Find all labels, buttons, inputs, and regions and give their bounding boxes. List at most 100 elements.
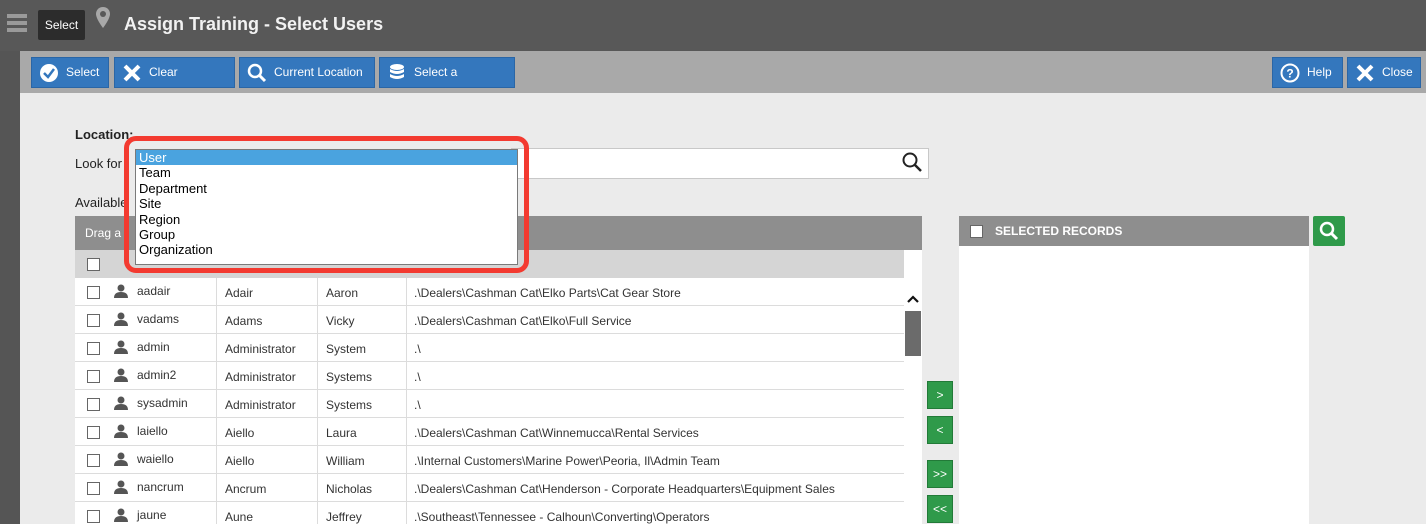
firstname-cell: Vicky (318, 306, 407, 334)
firstname-cell: Laura (318, 418, 407, 446)
table-row[interactable]: admin2 Administrator Systems .\ (75, 362, 904, 390)
remove-all-button[interactable]: << (927, 495, 953, 523)
row-checkbox[interactable] (87, 510, 100, 523)
location-cell: .\ (414, 370, 421, 384)
lastname-cell: Administrator (217, 334, 318, 362)
user-icon (114, 508, 128, 522)
lastname-cell: Administrator (217, 390, 318, 418)
username-cell: jaune (137, 502, 217, 524)
user-icon (114, 340, 128, 354)
search-icon (1319, 221, 1339, 241)
look-for-label: Look for (75, 156, 122, 171)
title-bar: Select Assign Training - Select Users (0, 0, 1426, 51)
selected-records-list (959, 246, 1309, 524)
chevron-up-icon[interactable] (904, 290, 922, 308)
select-all-checkbox[interactable] (87, 258, 100, 271)
check-circle-icon (40, 64, 58, 82)
table-row[interactable]: admin Administrator System .\ (75, 334, 904, 362)
username-cell: waiello (137, 446, 217, 474)
firstname-cell: Jeffrey (318, 502, 407, 524)
lastname-cell: Ancrum (217, 474, 318, 502)
table-row[interactable]: waiello Aiello William .\Internal Custom… (75, 446, 904, 474)
username-cell: nancrum (137, 474, 217, 502)
username-cell: vadams (137, 306, 217, 334)
close-x-icon (123, 64, 141, 82)
user-icon (114, 396, 128, 410)
scrollbar-thumb[interactable] (905, 311, 921, 356)
location-cell: .\Dealers\Cashman Cat\Henderson - Corpor… (414, 482, 835, 496)
toolbar: Select Clear Selected Current Location S… (20, 51, 1426, 108)
firstname-cell: System (318, 334, 407, 362)
available-grid: aadair Adair Aaron .\Dealers\Cashman Cat… (75, 278, 904, 524)
location-cell: .\Dealers\Cashman Cat\Elko Parts\Cat Gea… (414, 286, 681, 300)
firstname-cell: William (318, 446, 407, 474)
select-button[interactable]: Select (31, 57, 109, 88)
search-input[interactable] (511, 148, 929, 179)
select-location-button[interactable]: Select a Location (379, 57, 515, 108)
lastname-cell: Aiello (217, 446, 318, 474)
location-cell: .\Southeast\Tennessee - Calhoun\Converti… (414, 510, 710, 524)
username-cell: admin (137, 334, 217, 362)
clear-selected-button[interactable]: Clear Selected (114, 57, 235, 108)
remove-selected-button[interactable]: < (927, 416, 953, 444)
table-row[interactable]: vadams Adams Vicky .\Dealers\Cashman Cat… (75, 306, 904, 334)
menu-icon[interactable] (7, 14, 27, 32)
location-cell: .\ (414, 398, 421, 412)
selected-records-header: SELECTED RECORDS (959, 216, 1309, 246)
firstname-cell: Systems (318, 362, 407, 390)
user-icon (114, 284, 128, 298)
firstname-cell: Aaron (318, 278, 407, 306)
svg-text:?: ? (1286, 67, 1293, 81)
search-icon[interactable] (901, 151, 923, 173)
username-cell: laiello (137, 418, 217, 446)
user-icon (114, 424, 128, 438)
lastname-cell: Adams (217, 306, 318, 334)
add-all-button[interactable]: >> (927, 460, 953, 488)
page-title: Assign Training - Select Users (124, 14, 384, 34)
help-icon: ? (1280, 63, 1300, 83)
firstname-cell: Nicholas (318, 474, 407, 502)
row-checkbox[interactable] (87, 314, 100, 327)
close-x-icon (1356, 64, 1374, 82)
location-cell: .\Dealers\Cashman Cat\Elko\Full Service (414, 314, 632, 328)
row-checkbox[interactable] (87, 426, 100, 439)
table-row[interactable]: jaune Aune Jeffrey .\Southeast\Tennessee… (75, 502, 904, 524)
row-checkbox[interactable] (87, 398, 100, 411)
location-pin-icon (96, 7, 110, 28)
user-icon (114, 452, 128, 466)
close-button[interactable]: Close (1347, 57, 1421, 88)
table-row[interactable]: aadair Adair Aaron .\Dealers\Cashman Cat… (75, 278, 904, 306)
firstname-cell: Systems (318, 390, 407, 418)
select-all-selected-checkbox[interactable] (970, 225, 983, 238)
current-location-button[interactable]: Current Location (239, 57, 375, 88)
lastname-cell: Aune (217, 502, 318, 524)
table-row[interactable]: sysadmin Administrator Systems .\ (75, 390, 904, 418)
username-cell: admin2 (137, 362, 217, 390)
row-checkbox[interactable] (87, 342, 100, 355)
user-icon (114, 312, 128, 326)
highlight-box (124, 136, 529, 273)
row-checkbox[interactable] (87, 286, 100, 299)
lastname-cell: Aiello (217, 418, 318, 446)
location-label: Location: (75, 127, 134, 142)
row-checkbox[interactable] (87, 370, 100, 383)
help-button[interactable]: ? Help (1272, 57, 1343, 88)
row-checkbox[interactable] (87, 482, 100, 495)
username-cell: aadair (137, 278, 217, 306)
location-cell: .\Internal Customers\Marine Power\Peoria… (414, 454, 720, 468)
available-label: Available (75, 195, 128, 210)
left-gutter (0, 51, 20, 524)
add-selected-button[interactable]: > (927, 381, 953, 409)
selected-search-button[interactable] (1313, 216, 1345, 246)
table-row[interactable]: laiello Aiello Laura .\Dealers\Cashman C… (75, 418, 904, 446)
database-icon (390, 64, 404, 79)
lastname-cell: Adair (217, 278, 318, 306)
user-icon (114, 480, 128, 494)
table-row[interactable]: nancrum Ancrum Nicholas .\Dealers\Cashma… (75, 474, 904, 502)
user-icon (114, 368, 128, 382)
username-cell: sysadmin (137, 390, 217, 418)
select-mode-button[interactable]: Select (38, 10, 85, 40)
magnifier-icon (247, 63, 267, 83)
row-checkbox[interactable] (87, 454, 100, 467)
location-cell: .\Dealers\Cashman Cat\Winnemucca\Rental … (414, 426, 699, 440)
